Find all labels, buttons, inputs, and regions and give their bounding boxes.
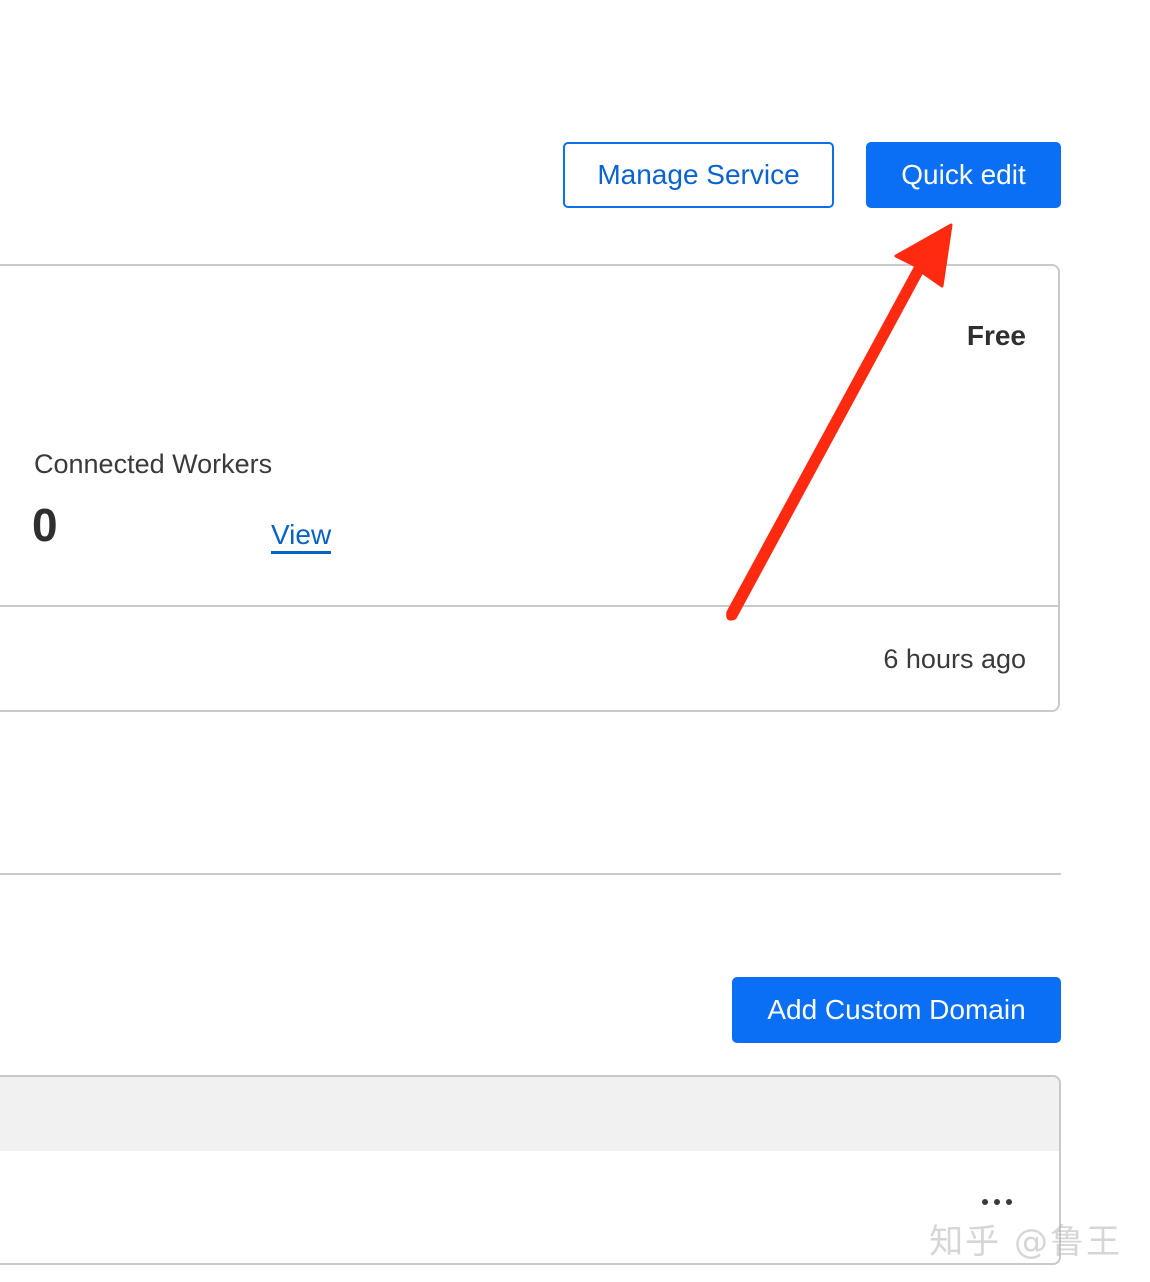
custom-domains-table — [0, 1075, 1061, 1265]
last-updated-text: 6 hours ago — [883, 644, 1026, 674]
quick-edit-button[interactable]: Quick edit — [866, 142, 1061, 208]
plan-badge: Free — [966, 320, 1026, 351]
add-custom-domain-button[interactable]: Add Custom Domain — [732, 977, 1061, 1043]
section-divider — [0, 873, 1061, 875]
manage-service-button[interactable]: Manage Service — [563, 142, 834, 208]
watermark-text: 知乎 @鲁王 — [929, 1222, 1122, 1262]
card-divider — [0, 605, 1058, 607]
connected-workers-count: 0 — [32, 499, 58, 551]
view-connected-workers-link[interactable]: View — [271, 519, 332, 554]
worker-overview-card: Free Connected Workers 0 View 6 hours ag… — [0, 264, 1060, 712]
page: Manage Service Quick edit Free Connected… — [0, 0, 1150, 1282]
more-dots-icon[interactable] — [982, 1192, 1012, 1212]
connected-workers-label: Connected Workers — [34, 449, 273, 479]
table-header — [0, 1077, 1059, 1151]
